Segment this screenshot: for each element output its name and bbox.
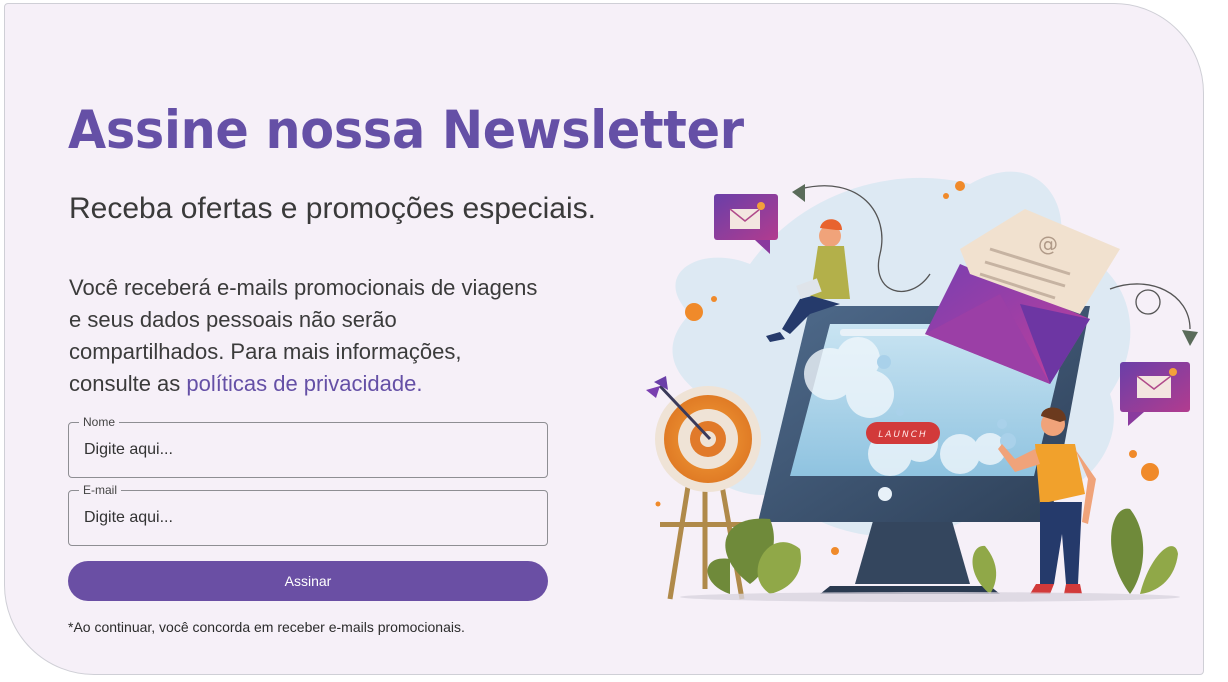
name-field[interactable]: Nome xyxy=(68,414,548,478)
page-title: Assine nossa Newsletter xyxy=(68,100,744,161)
newsletter-illustration: LAUNCH @ xyxy=(646,171,1198,602)
description: Você receberá e-mails promocionais de vi… xyxy=(69,272,539,400)
email-at-symbol: @ xyxy=(1038,232,1058,256)
name-input[interactable] xyxy=(69,423,547,477)
plant-left xyxy=(707,518,801,594)
plant-right xyxy=(1111,508,1178,594)
newsletter-card: Assine nossa Newsletter Receba ofertas e… xyxy=(4,3,1204,675)
monitor-stand xyxy=(855,514,970,584)
email-input[interactable] xyxy=(69,491,547,545)
mail-bubble-right-icon xyxy=(1120,362,1190,426)
launch-label: LAUNCH xyxy=(878,430,928,440)
privacy-policy-link[interactable]: políticas de privacidade. xyxy=(186,371,422,396)
subscribe-button[interactable]: Assinar xyxy=(68,561,548,601)
email-field[interactable]: E-mail xyxy=(68,482,548,546)
page-subtitle: Receba ofertas e promoções especiais. xyxy=(69,192,596,225)
disclaimer-text: *Ao continuar, você concorda em receber … xyxy=(68,619,465,635)
mail-bubble-left-icon xyxy=(714,194,778,254)
